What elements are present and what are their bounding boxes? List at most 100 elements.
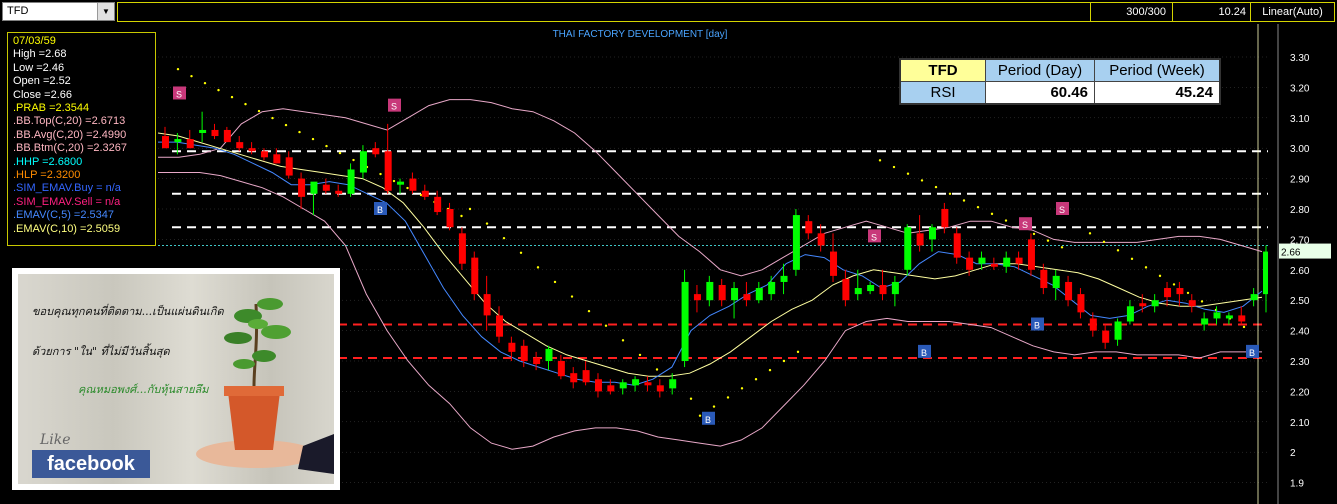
candle-body: [731, 288, 739, 301]
candle-body: [174, 139, 182, 143]
sar-dot: [406, 186, 409, 190]
candle-body: [372, 148, 380, 155]
candle-body: [1238, 315, 1246, 322]
y-axis: 3.303.203.103.002.902.802.702.602.502.40…: [1268, 24, 1337, 504]
sar-dot: [920, 179, 924, 182]
symbol-value: TFD: [7, 5, 29, 17]
sar-dot: [1144, 266, 1148, 269]
buy-signal-letter: B: [921, 348, 927, 358]
sar-dot: [257, 109, 261, 113]
candle-body: [273, 154, 281, 164]
scale-mode[interactable]: Linear(Auto): [1250, 2, 1335, 22]
symbol-dropdown[interactable]: TFD ▼: [2, 2, 115, 21]
candle-body: [483, 294, 491, 316]
facebook-logo[interactable]: facebook: [32, 450, 150, 478]
y-tick-label: 3.20: [1290, 83, 1310, 94]
candle-body: [1065, 281, 1073, 301]
sar-dot: [1200, 300, 1204, 303]
candle-body: [1114, 321, 1122, 340]
candle-body: [817, 233, 825, 246]
sar-dot: [325, 144, 328, 148]
sar-dot: [485, 222, 489, 225]
sar-dot: [338, 151, 342, 155]
candle-body: [322, 184, 330, 191]
chart-title: THAI FACTORY DEVELOPMENT [day]: [553, 29, 728, 40]
info-simbuy: .SIM_EMAV.Buy = n/a: [13, 182, 121, 195]
candle-body: [830, 251, 838, 276]
candle-body: [792, 215, 800, 270]
candle-body: [693, 294, 701, 301]
candle-body: [990, 263, 998, 267]
rsi-header-day: Period (Day): [985, 58, 1095, 82]
candle-body: [619, 382, 627, 389]
sar-dot: [1046, 239, 1050, 242]
candle-body: [928, 227, 936, 240]
y-tick-label: 2: [1290, 448, 1296, 459]
candle-body: [1015, 257, 1023, 264]
candle-body: [570, 373, 578, 383]
candle-body: [211, 129, 219, 137]
candle-body: [471, 257, 479, 295]
chevron-down-icon[interactable]: ▼: [97, 3, 114, 20]
y-tick-label: 1.9: [1290, 479, 1304, 490]
rsi-header-week: Period (Week): [1094, 58, 1221, 82]
candle-body: [891, 281, 899, 295]
buy-signal-letter: B: [1034, 321, 1040, 331]
last-value: 10.24: [1172, 2, 1251, 22]
candle-body: [867, 285, 875, 292]
candle-body: [186, 139, 194, 149]
sar-dot: [553, 280, 557, 284]
candle-body: [409, 178, 417, 191]
sar-dot: [519, 251, 523, 254]
rsi-header-symbol: TFD: [899, 58, 986, 82]
sell-signal-letter: S: [176, 89, 182, 99]
candle-body: [248, 148, 256, 152]
facebook-ad[interactable]: ขอบคุณทุกคนที่ติดตาม...เป็นแผ่นดินเกิด ด…: [12, 268, 340, 490]
sar-dot: [284, 123, 288, 127]
y-tick-label: 2.40: [1290, 327, 1310, 338]
candle-body: [607, 385, 615, 392]
buy-signal-letter: B: [377, 205, 383, 215]
y-tick-label: 2.30: [1290, 357, 1310, 368]
sar-dot: [740, 387, 744, 390]
sar-dot: [230, 95, 234, 99]
info-hhp: .HHP =2.6800: [13, 155, 83, 168]
sar-dot: [244, 102, 247, 106]
candle-body: [310, 181, 318, 194]
y-tick-label: 2.10: [1290, 418, 1310, 429]
candle-body: [1250, 294, 1258, 301]
candle-body: [755, 288, 763, 301]
candle-body: [508, 342, 516, 352]
candle-body: [879, 285, 887, 295]
ad-image: ขอบคุณทุกคนที่ติดตาม...เป็นแผ่นดินเกิด ด…: [18, 274, 334, 484]
candle-body: [1176, 288, 1184, 295]
candle-body: [359, 151, 367, 173]
candle-body: [953, 233, 961, 258]
y-tick-label: 3.10: [1290, 114, 1310, 125]
sar-dot: [1172, 283, 1176, 286]
sell-signal-letter: S: [871, 232, 877, 242]
sar-dot: [1242, 325, 1246, 329]
candle-body: [545, 348, 553, 361]
sar-dot: [878, 159, 882, 162]
sar-dot: [1130, 257, 1134, 261]
ad-line-3: คุณหมอพงศ์...กับหุ้นสายลึม: [78, 383, 209, 396]
sar-dot: [217, 88, 220, 92]
candle-body: [1201, 318, 1209, 325]
candle-body: [582, 370, 590, 383]
candle-body: [656, 385, 664, 392]
info-hlp: .HLP =2.3200: [13, 169, 81, 182]
sar-dot: [1116, 249, 1120, 252]
y-tick-label: 2.20: [1290, 387, 1310, 398]
candle-body: [1225, 315, 1233, 319]
rsi-row-label: RSI: [899, 81, 986, 105]
candle-body: [743, 294, 751, 301]
candle-body: [941, 209, 949, 228]
sar-dot: [1158, 274, 1162, 278]
candle-body: [854, 288, 862, 295]
candle-body: [1188, 300, 1196, 307]
rsi-table: TFD Period (Day) Period (Week) RSI 60.46…: [899, 58, 1221, 105]
rsi-week-value: 45.24: [1094, 81, 1221, 105]
info-low: Low =2.46: [13, 61, 65, 74]
candle-body: [434, 196, 442, 213]
